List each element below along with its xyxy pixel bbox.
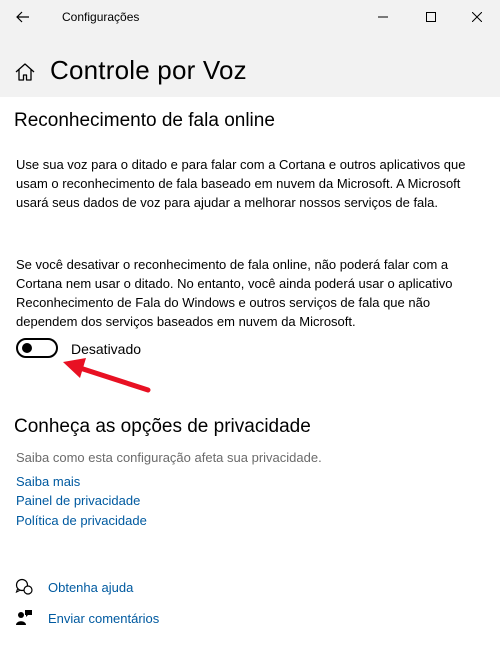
feedback-row[interactable]: Enviar comentários [14, 608, 159, 628]
privacy-subtext: Saiba como esta configuração afeta sua p… [16, 450, 322, 465]
toggle-knob [22, 343, 32, 353]
online-speech-toggle[interactable] [16, 338, 58, 358]
link-privacy-policy[interactable]: Política de privacidade [16, 513, 147, 528]
link-saiba-mais[interactable]: Saiba mais [16, 474, 80, 489]
arrow-left-icon [16, 11, 29, 23]
get-help-row[interactable]: Obtenha ajuda [14, 577, 133, 597]
window-title: Configurações [62, 10, 140, 24]
section-heading-online-speech: Reconhecimento de fala online [14, 110, 275, 131]
back-button[interactable] [10, 5, 36, 29]
description-paragraph-1: Use sua voz para o ditado e para falar c… [16, 157, 466, 210]
minimize-icon [378, 16, 388, 18]
page-title: Controle por Voz [50, 55, 247, 85]
feedback-link[interactable]: Enviar comentários [48, 611, 159, 626]
maximize-button[interactable] [414, 4, 448, 30]
section-heading-privacy: Conheça as opções de privacidade [14, 416, 311, 437]
chat-help-icon [14, 577, 34, 597]
description-paragraph-2: Se você desativar o reconhecimento de fa… [16, 257, 453, 329]
get-help-link[interactable]: Obtenha ajuda [48, 580, 133, 595]
annotation-arrow-icon [63, 358, 151, 393]
close-button[interactable] [460, 4, 494, 30]
page-header: Controle por Voz [0, 35, 500, 97]
title-bar: Configurações [0, 0, 500, 35]
close-icon [472, 12, 482, 22]
link-privacy-dashboard[interactable]: Painel de privacidade [16, 493, 140, 508]
minimize-button[interactable] [366, 4, 400, 30]
maximize-icon [426, 12, 436, 22]
feedback-person-icon [14, 608, 34, 628]
home-icon[interactable] [14, 61, 36, 83]
